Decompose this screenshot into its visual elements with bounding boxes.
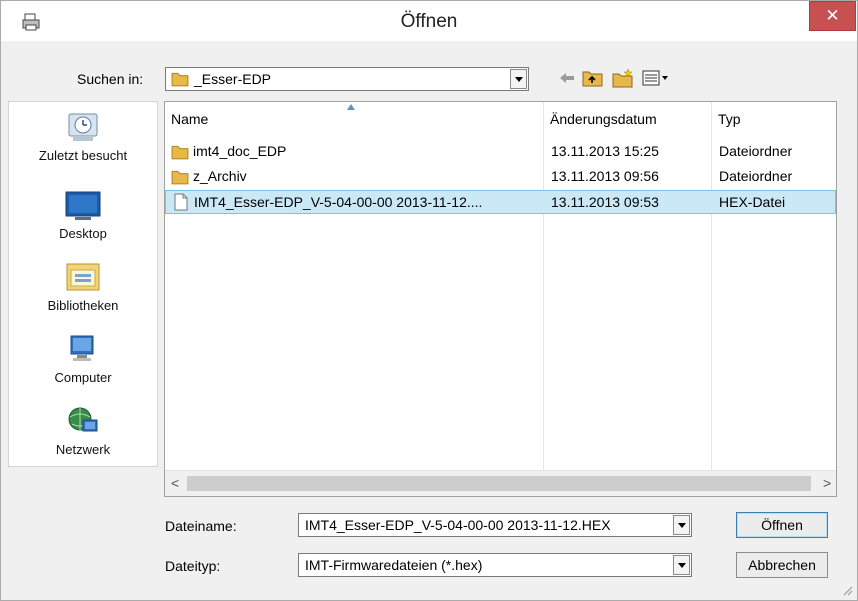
column-name-label: Name [171, 111, 209, 127]
folder-icon [171, 145, 189, 160]
place-computer-label: Computer [54, 370, 112, 385]
dialog-title: Öffnen [400, 11, 458, 32]
new-folder-icon[interactable] [611, 67, 635, 89]
place-recent-label: Zuletzt besucht [38, 148, 128, 163]
column-header-type[interactable]: Typ [712, 102, 836, 136]
column-type-label: Typ [718, 111, 741, 127]
place-libraries[interactable]: Bibliotheken [9, 260, 157, 313]
folder-icon [171, 170, 189, 185]
filetype-combo[interactable]: IMT-Firmwaredateien (*.hex) [298, 553, 692, 577]
column-header-date[interactable]: Änderungsdatum [544, 102, 711, 136]
filename-dropdown-arrow[interactable] [673, 515, 690, 535]
place-desktop-label: Desktop [59, 226, 107, 241]
file-row[interactable]: imt4_doc_EDP 13.11.2013 15:25 Dateiordne… [165, 140, 836, 164]
column-date-label: Änderungsdatum [550, 111, 657, 127]
file-date: 13.11.2013 15:25 [551, 143, 659, 159]
view-menu-icon[interactable] [641, 67, 671, 89]
filename-input[interactable]: IMT4_Esser-EDP_V-5-04-00-00 2013-11-12.H… [305, 517, 611, 533]
open-button[interactable]: Öffnen [736, 512, 828, 538]
up-folder-icon[interactable] [581, 67, 605, 89]
file-name: z_Archiv [193, 168, 247, 184]
file-date: 13.11.2013 09:53 [551, 194, 659, 210]
place-computer[interactable]: Computer [9, 332, 157, 385]
filetype-value: IMT-Firmwaredateien (*.hex) [305, 557, 483, 573]
filename-combo[interactable]: IMT4_Esser-EDP_V-5-04-00-00 2013-11-12.H… [298, 513, 692, 537]
desktop-icon [65, 191, 101, 220]
libraries-icon [66, 263, 100, 291]
title-bar[interactable]: Öffnen ✕ [1, 1, 857, 41]
filename-label: Dateiname: [165, 518, 237, 534]
place-network-label: Netzwerk [55, 442, 111, 457]
folder-icon [171, 72, 189, 87]
file-name: IMT4_Esser-EDP_V-5-04-00-00 2013-11-12..… [194, 194, 483, 210]
file-icon [174, 193, 188, 211]
scroll-right-icon[interactable]: > [823, 475, 831, 491]
open-dialog: Öffnen ✕ Suchen in: _Esser-EDP Zuletzt b… [0, 0, 858, 601]
recent-places-icon [68, 113, 98, 141]
computer-icon [70, 335, 94, 361]
file-name: imt4_doc_EDP [193, 143, 287, 159]
back-icon[interactable] [554, 67, 578, 89]
file-date: 13.11.2013 09:56 [551, 168, 659, 184]
place-libraries-label: Bibliotheken [47, 298, 119, 313]
filetype-label: Dateityp: [165, 558, 221, 574]
file-list[interactable]: Name Änderungsdatum Typ imt4_doc_EDP 13.… [164, 101, 837, 497]
file-type: Dateiordner [719, 168, 793, 184]
look-in-value: _Esser-EDP [194, 71, 272, 87]
file-type: HEX-Datei [719, 194, 786, 210]
place-network[interactable]: Netzwerk [9, 404, 157, 457]
place-desktop[interactable]: Desktop [9, 188, 157, 241]
filetype-dropdown-arrow[interactable] [673, 555, 690, 575]
file-type: Dateiordner [719, 143, 793, 159]
resize-grip-icon[interactable] [841, 584, 853, 596]
file-row-selected[interactable]: IMT4_Esser-EDP_V-5-04-00-00 2013-11-12..… [165, 190, 836, 214]
file-row[interactable]: z_Archiv 13.11.2013 09:56 Dateiordner [165, 165, 836, 189]
look-in-combo[interactable]: _Esser-EDP [165, 67, 529, 91]
horizontal-scrollbar[interactable]: < > [165, 470, 836, 496]
place-recent[interactable]: Zuletzt besucht [9, 110, 157, 163]
places-bar: Zuletzt besucht Desktop Bibliotheken Com… [8, 101, 158, 467]
look-in-dropdown-arrow[interactable] [510, 69, 527, 89]
sort-ascending-icon [347, 104, 355, 110]
close-button[interactable]: ✕ [809, 1, 856, 31]
scroll-left-icon[interactable]: < [171, 475, 179, 491]
network-icon [68, 407, 98, 432]
scrollbar-thumb[interactable] [187, 476, 811, 491]
look-in-label: Suchen in: [77, 71, 144, 87]
cancel-button[interactable]: Abbrechen [736, 552, 828, 578]
